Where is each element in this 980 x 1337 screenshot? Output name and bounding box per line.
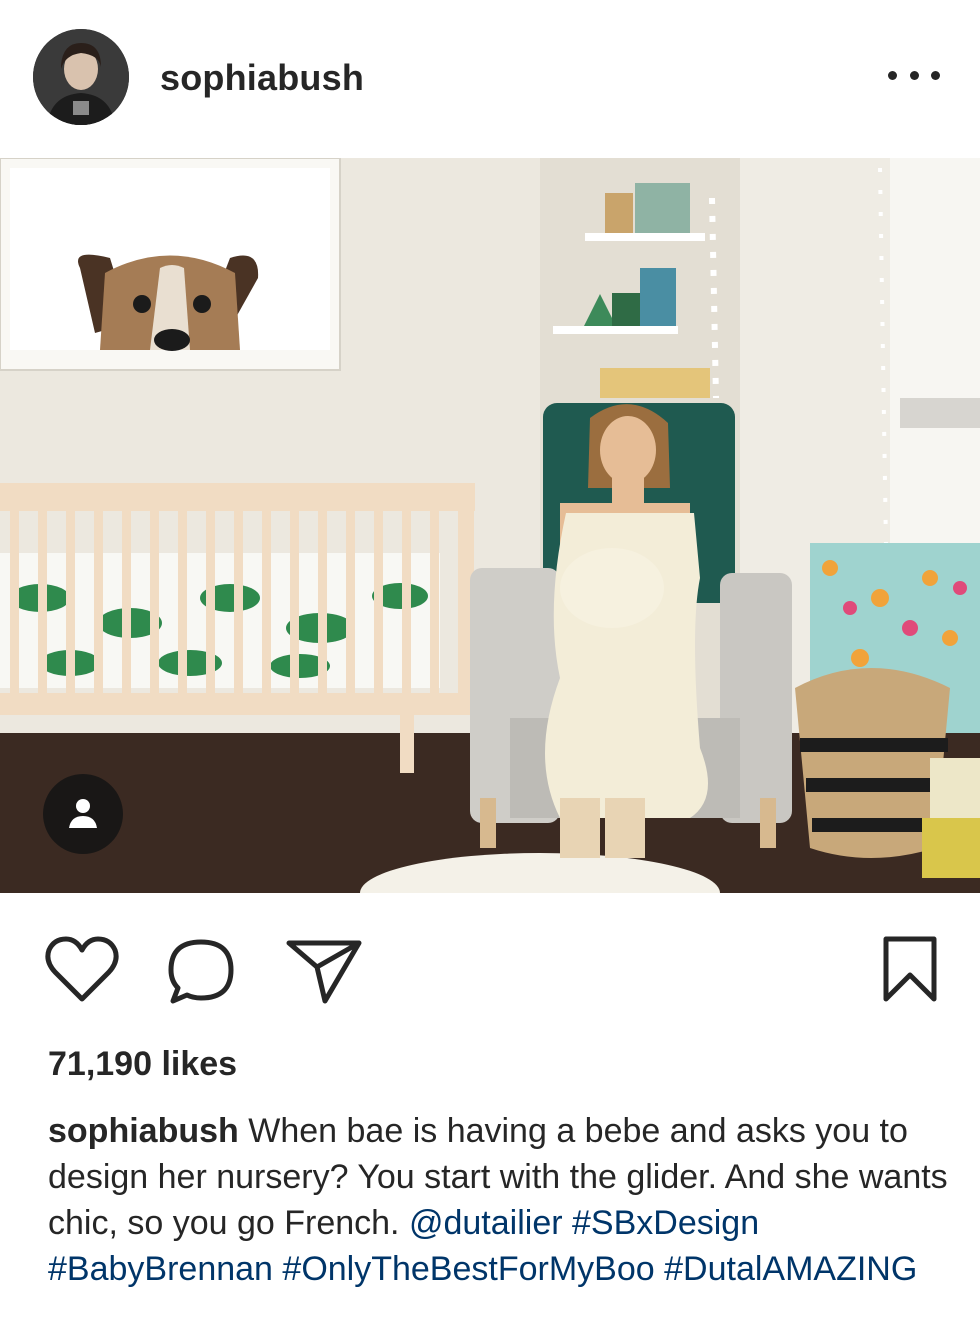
- post-action-bar: [0, 893, 980, 1023]
- likes-count[interactable]: 71,190 likes: [48, 1045, 237, 1084]
- more-dot: [888, 70, 897, 80]
- more-options-icon[interactable]: [888, 60, 940, 90]
- nursery-photo: [0, 158, 980, 893]
- caption-hashtag[interactable]: #OnlyTheBestForMyBoo: [282, 1250, 654, 1288]
- more-dot: [931, 70, 940, 80]
- caption-mention[interactable]: @dutailier: [409, 1204, 563, 1242]
- post-username[interactable]: sophiabush: [160, 57, 364, 99]
- caption-hashtag[interactable]: #SBxDesign: [572, 1204, 759, 1242]
- more-dot: [909, 70, 919, 80]
- post-caption: sophiabush When bae is having a bebe and…: [48, 1108, 948, 1292]
- comment-bubble-icon[interactable]: [165, 937, 237, 1007]
- user-tag-button[interactable]: [43, 774, 123, 854]
- profile-avatar[interactable]: [33, 29, 129, 125]
- bookmark-icon[interactable]: [880, 935, 940, 1005]
- post-photo[interactable]: [0, 158, 980, 893]
- heart-icon[interactable]: [43, 935, 121, 1005]
- post-header: sophiabush: [0, 0, 980, 158]
- caption-username[interactable]: sophiabush: [48, 1112, 239, 1150]
- caption-hashtag[interactable]: #DutalAMAZING: [664, 1250, 917, 1288]
- paper-plane-icon[interactable]: [285, 937, 363, 1007]
- caption-hashtag[interactable]: #BabyBrennan: [48, 1250, 273, 1288]
- avatar-image: [33, 29, 129, 125]
- user-tag-icon: [69, 799, 97, 828]
